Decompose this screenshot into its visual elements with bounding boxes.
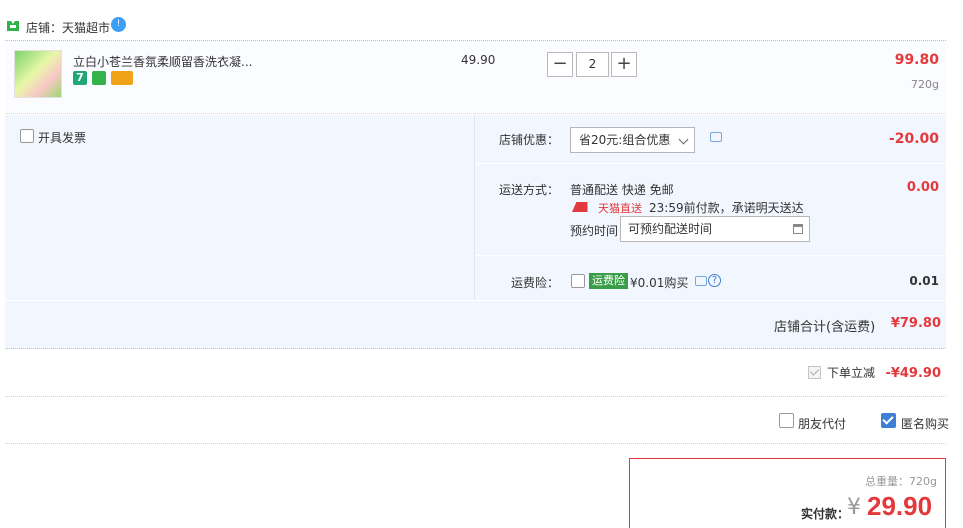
friend-pay-label: 朋友代付 (798, 417, 847, 431)
tag-seven-text: 7 (76, 71, 84, 84)
unit-price: 49.90 (461, 53, 496, 67)
chevron-down-icon (678, 134, 689, 145)
insurance-tag: 运费险 (589, 273, 628, 289)
insurance-label: 运费险： (511, 276, 560, 290)
instant-discount-amount: -¥49.90 (885, 366, 941, 381)
order-options-panel (5, 115, 946, 300)
friend-pay-checkbox[interactable] (779, 413, 794, 428)
pay-amount: 29.90 (867, 491, 933, 521)
panel-divider (475, 255, 946, 256)
seven-day-return-icon: 7 (73, 71, 87, 85)
panel-divider (474, 115, 475, 300)
total-weight: 总重量：720g (865, 475, 937, 488)
shipping-label: 运送方式： (499, 183, 560, 197)
invoice-label: 开具发票 (38, 131, 87, 145)
help-icon[interactable]: ? (708, 274, 721, 287)
discount-amount: -20.00 (888, 131, 939, 147)
product-thumbnail[interactable] (14, 50, 62, 98)
appointment-time-input[interactable]: 可预约配送时间 (620, 216, 810, 242)
invoice-checkbox[interactable] (20, 129, 34, 143)
instant-discount-label: 下单立减 (827, 366, 876, 380)
instant-discount-checkbox[interactable] (808, 366, 821, 379)
shipping-method: 普通配送 快递 免邮 (570, 183, 674, 197)
insurance-checkbox[interactable] (571, 274, 585, 288)
divider (5, 443, 946, 444)
delivery-promise: 23:59前付款，承诺明天送达 (649, 201, 804, 215)
cart-badge-icon (92, 71, 106, 85)
calendar-icon (793, 224, 803, 234)
shop-discount-label: 店铺优惠： (499, 133, 560, 147)
anonymous-checkbox[interactable] (881, 413, 896, 428)
pay-currency: ¥ (847, 495, 861, 520)
help-icon-text: ? (711, 275, 718, 286)
chat-icon[interactable] (710, 132, 722, 142)
discount-selected-value: 省20元:组合优惠 (579, 133, 671, 147)
product-weight: 720g (911, 78, 939, 91)
shop-total-label: 店铺合计(含运费) (774, 320, 876, 335)
divider (5, 396, 946, 397)
insurance-price: ¥0.01购买 (630, 276, 689, 290)
shipping-amount: 0.00 (906, 180, 939, 195)
product-title-link[interactable]: 立白小苍兰香氛柔顺留香洗衣凝... (73, 53, 252, 70)
anonymous-label: 匿名购买 (901, 417, 950, 431)
pay-label: 实付款： (801, 507, 850, 521)
appointment-label: 预约时间 (570, 224, 619, 238)
shop-icon (7, 21, 19, 31)
appointment-placeholder: 可预约配送时间 (628, 222, 713, 236)
chat-badge-text: ! (116, 19, 121, 29)
tmall-direct-badge: 天猫直送 (598, 202, 642, 215)
shop-total-amount: ¥79.80 (890, 316, 941, 331)
line-total: 99.80 (894, 52, 939, 68)
shop-discount-select[interactable]: 省20元:组合优惠 (570, 127, 695, 153)
product-row (5, 40, 946, 114)
panel-divider (475, 163, 946, 164)
shop-name: 店铺：天猫超市 (26, 21, 111, 35)
quantity-decrease-button[interactable]: − (547, 52, 573, 77)
quantity-increase-button[interactable]: + (611, 52, 637, 77)
card-badge-icon (111, 71, 133, 85)
quantity-input[interactable]: 2 (576, 52, 609, 77)
chat-icon[interactable] (695, 276, 707, 286)
insurance-amount: 0.01 (909, 274, 939, 288)
chat-bubble-icon[interactable]: ! (111, 17, 126, 32)
